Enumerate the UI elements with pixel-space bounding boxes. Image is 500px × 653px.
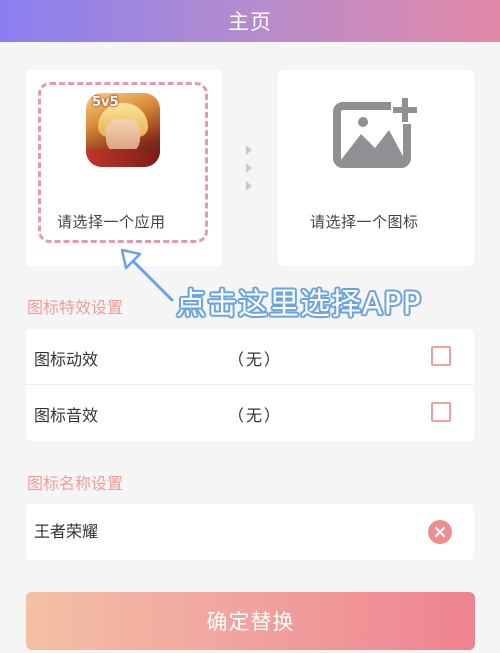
app-picker-label: 请选择一个应用 xyxy=(57,213,166,231)
name-section-title: 图标名称设置 xyxy=(27,474,124,493)
page-title: 主页 xyxy=(228,10,272,34)
effect-row-animation[interactable]: 图标动效 （无） xyxy=(26,329,474,385)
icon-name-input[interactable] xyxy=(34,520,414,539)
name-panel xyxy=(26,504,474,560)
app-icon[interactable]: 5v5 xyxy=(86,93,160,167)
close-icon xyxy=(434,526,446,538)
effect-row-sound[interactable]: 图标音效 （无） xyxy=(26,385,474,441)
sound-checkbox[interactable] xyxy=(431,402,451,422)
app-icon-armor xyxy=(86,149,160,167)
confirm-replace-button[interactable]: 确定替换 xyxy=(26,592,475,650)
effects-section-title: 图标特效设置 xyxy=(27,298,124,317)
effect-row-value: （无） xyxy=(228,350,283,369)
clear-icon[interactable] xyxy=(428,520,452,544)
top-bar: 主页 xyxy=(0,0,500,42)
hint-text: 点击这里选择APP xyxy=(176,287,422,322)
effect-row-label: 图标动效 xyxy=(34,350,99,369)
app-icon-badge: 5v5 xyxy=(92,95,119,110)
animation-checkbox[interactable] xyxy=(431,346,451,366)
effect-row-label: 图标音效 xyxy=(34,406,99,425)
icon-picker-label: 请选择一个图标 xyxy=(310,213,419,231)
image-add-icon[interactable] xyxy=(333,96,419,168)
pointer-arrow-icon xyxy=(120,248,174,302)
confirm-button-label: 确定替换 xyxy=(206,610,295,634)
arrow-right-icon xyxy=(246,145,252,191)
effect-row-value: （无） xyxy=(228,406,283,425)
effects-panel: 图标动效 （无） 图标音效 （无） xyxy=(26,329,474,441)
